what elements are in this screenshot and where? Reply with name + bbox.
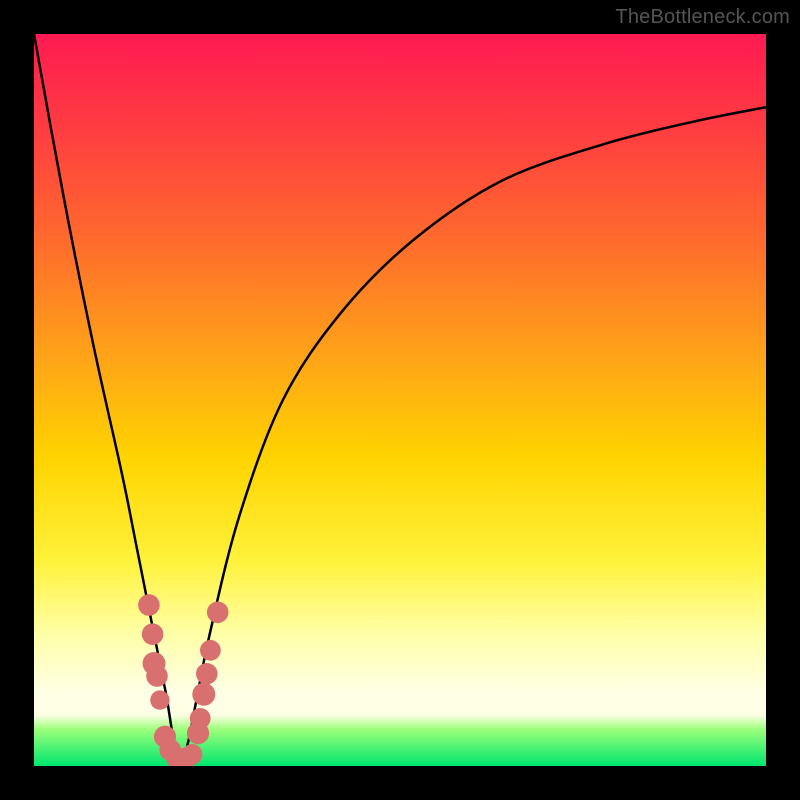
data-point xyxy=(192,683,215,706)
bottleneck-curve xyxy=(34,34,766,766)
data-point xyxy=(196,663,218,685)
data-point xyxy=(138,594,160,616)
chart-frame: TheBottleneck.com xyxy=(0,0,800,800)
data-point xyxy=(142,623,164,645)
data-point xyxy=(190,708,211,729)
curve-layer xyxy=(34,34,766,766)
data-point xyxy=(146,665,168,687)
data-point xyxy=(207,602,229,624)
data-point xyxy=(150,690,169,709)
data-point xyxy=(182,744,203,765)
data-point xyxy=(200,640,221,661)
watermark-text: TheBottleneck.com xyxy=(615,6,790,29)
plot-area xyxy=(34,34,766,766)
